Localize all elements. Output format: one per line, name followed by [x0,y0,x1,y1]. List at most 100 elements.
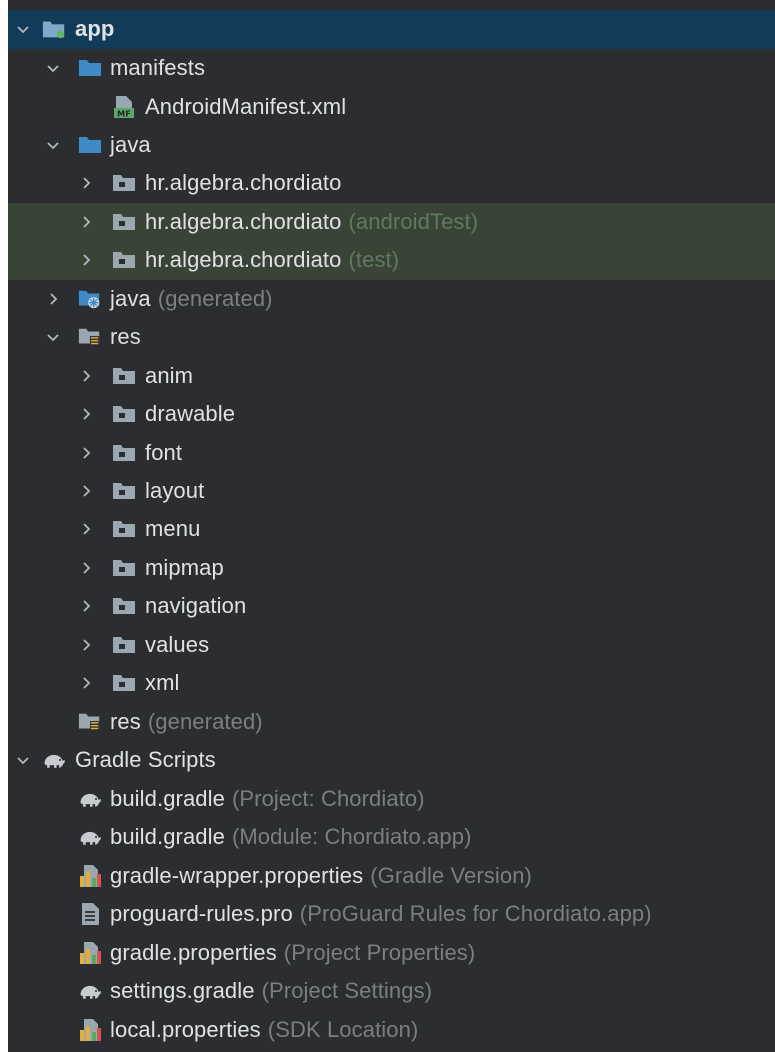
tree-row[interactable]: res (generated) [8,703,775,742]
tree-item-name: local.properties [110,1017,261,1043]
tree-item-hint: (ProGuard Rules for Chordiato.app) [299,901,652,927]
tree-row-label: proguard-rules.pro (ProGuard Rules for Ch… [110,901,652,927]
tree-row-label: build.gradle (Module: Chordiato.app) [110,824,472,850]
chevron-right-icon[interactable] [78,214,94,230]
tree-row-label: values [145,632,209,658]
tree-row[interactable]: values [8,626,775,665]
tree-row[interactable]: MF AndroidManifest.xml [8,88,775,127]
tree-item-name: drawable [145,401,236,427]
tree-item-hint: (generated) [157,286,273,312]
tree-item-name: layout [145,478,205,504]
tree-row-label: mipmap [145,555,224,581]
tree-row-label: java [110,132,151,158]
package-icon [112,480,136,502]
tree-item-hint: (Gradle Version) [370,863,532,889]
tree-row[interactable]: Gradle Scripts [8,741,775,780]
tree-row-label: res [110,324,141,350]
tree-row[interactable]: gradle.properties (Project Properties) [8,934,775,973]
properties-file-icon [78,865,102,888]
chevron-right-icon[interactable] [78,175,94,191]
chevron-right-icon[interactable] [78,483,94,499]
tree-row-label: navigation [145,593,246,619]
tree-item-name: mipmap [145,555,224,581]
tree-row[interactable]: anim [8,357,775,396]
package-icon [112,249,136,271]
package-icon [112,595,136,617]
tree-row-label: gradle.properties (Project Properties) [110,940,475,966]
tree-item-hint: (androidTest) [348,209,479,235]
tree-row-label: drawable [145,401,235,427]
folder-blue-icon [78,134,102,156]
tree-row[interactable]: gradle-wrapper.properties (Gradle Version… [8,857,775,896]
tree-row-label: menu [145,516,200,542]
chevron-right-icon[interactable] [78,406,94,422]
chevron-right-icon[interactable] [78,368,94,384]
tree-row-label: anim [145,363,193,389]
text-file-icon [78,903,102,926]
package-icon [112,172,136,194]
tree-row[interactable]: hr.algebra.chordiato (androidTest) [8,203,775,242]
gradle-elephant-icon [78,826,102,848]
tree-row[interactable]: java [8,126,775,165]
tree-item-name: values [145,632,210,658]
chevron-right-icon[interactable] [78,598,94,614]
chevron-down-icon[interactable] [15,21,31,37]
tree-row[interactable]: app [8,10,775,49]
manifest-file-icon: MF [112,96,136,119]
tree-item-hint: (SDK Location) [267,1017,419,1043]
package-icon [112,672,136,694]
tree-item-name: proguard-rules.pro [110,901,293,927]
tree-item-name: hr.algebra.chordiato [145,209,342,235]
tree-row[interactable]: build.gradle (Module: Chordiato.app) [8,818,775,857]
chevron-right-icon[interactable] [78,675,94,691]
package-icon [112,442,136,464]
gradle-elephant-icon [78,788,102,810]
tree-row-label: local.properties (SDK Location) [110,1017,418,1043]
tree-row[interactable]: local.properties (SDK Location) [8,1011,775,1050]
package-icon [112,557,136,579]
tree-row-label: layout [145,478,204,504]
tree-item-hint: (Project Properties) [283,940,476,966]
tree-row-label: manifests [110,55,205,81]
chevron-down-icon[interactable] [15,752,31,768]
tree-item-name: anim [145,363,194,389]
tree-row[interactable]: drawable [8,395,775,434]
chevron-right-icon[interactable] [78,521,94,537]
tree-row[interactable]: proguard-rules.pro (ProGuard Rules for Ch… [8,895,775,934]
tree-row[interactable]: navigation [8,587,775,626]
tree-row[interactable]: xml [8,664,775,703]
tree-row-label: settings.gradle (Project Settings) [110,978,432,1004]
chevron-right-icon[interactable] [78,445,94,461]
tree-item-hint: (Project Settings) [261,978,433,1004]
tree-row[interactable]: settings.gradle (Project Settings) [8,972,775,1011]
tree-row[interactable]: build.gradle (Project: Chordiato) [8,780,775,819]
tree-row[interactable]: java (generated) [8,280,775,319]
tree-row[interactable]: hr.algebra.chordiato [8,164,775,203]
chevron-right-icon[interactable] [78,637,94,653]
properties-file-icon [78,1019,102,1042]
package-icon [112,518,136,540]
tree-item-name: hr.algebra.chordiato [145,247,342,273]
chevron-right-icon[interactable] [45,291,61,307]
tree-item-name: app [75,16,115,42]
tree-item-name: font [145,440,183,466]
chevron-right-icon[interactable] [78,560,94,576]
chevron-down-icon[interactable] [45,137,61,153]
tree-row[interactable]: manifests [8,49,775,88]
tree-row-label: gradle-wrapper.properties (Gradle Version… [110,863,532,889]
tree-item-name: res [110,709,141,735]
tree-row[interactable]: layout [8,472,775,511]
tree-row[interactable]: menu [8,510,775,549]
tree-item-name: java [110,132,151,158]
package-icon [112,365,136,387]
chevron-down-icon[interactable] [45,329,61,345]
tree-row-label: hr.algebra.chordiato [145,170,341,196]
tree-item-name: xml [145,670,180,696]
tree-row[interactable]: mipmap [8,549,775,588]
tree-row[interactable]: hr.algebra.chordiato (test) [8,241,775,280]
folder-blue-icon [78,57,102,79]
tree-row[interactable]: font [8,434,775,473]
chevron-right-icon[interactable] [78,252,94,268]
tree-row[interactable]: res [8,318,775,357]
chevron-down-icon[interactable] [45,60,61,76]
